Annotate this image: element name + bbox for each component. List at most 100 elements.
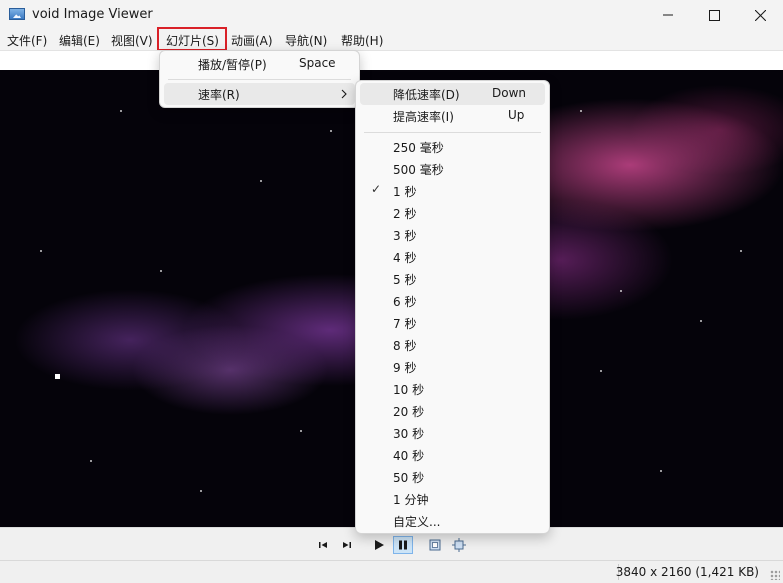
- star: [300, 430, 302, 432]
- star: [580, 110, 582, 112]
- menu-decrease-rate[interactable]: 降低速率(D) Down: [360, 83, 545, 105]
- rate-option-label: 1 秒: [393, 185, 417, 199]
- star: [620, 290, 622, 292]
- slideshow-menu: 播放/暂停(P) Space 速率(R): [159, 50, 360, 108]
- star: [740, 250, 742, 252]
- menu-rate-option[interactable]: 30 秒: [360, 422, 545, 444]
- rate-option-label: 2 秒: [393, 207, 417, 221]
- menu-rate-option[interactable]: 5 秒: [360, 268, 545, 290]
- menu-animation[interactable]: 动画(A): [231, 32, 273, 49]
- rate-option-label: 7 秒: [393, 317, 417, 331]
- menu-rate-option[interactable]: 3 秒: [360, 224, 545, 246]
- star: [90, 460, 92, 462]
- app-icon: [9, 8, 25, 20]
- menu-increase-rate-label: 提高速率(I): [393, 110, 454, 124]
- rate-option-label: 30 秒: [393, 427, 425, 441]
- star: [200, 490, 202, 492]
- menu-rate-option[interactable]: 1 分钟: [360, 488, 545, 510]
- menu-rate-option[interactable]: 8 秒: [360, 334, 545, 356]
- menu-edit[interactable]: 编辑(E): [59, 32, 100, 49]
- menu-rate-option[interactable]: 2 秒: [360, 202, 545, 224]
- menu-play-pause[interactable]: 播放/暂停(P) Space: [164, 53, 355, 75]
- rate-submenu: 降低速率(D) Down 提高速率(I) Up 250 毫秒 500 毫秒 ✓ …: [355, 80, 550, 534]
- play-button[interactable]: [369, 536, 389, 554]
- menu-rate-option[interactable]: 500 毫秒: [360, 158, 545, 180]
- rate-option-label: 6 秒: [393, 295, 417, 309]
- menu-rate-label: 速率(R): [198, 88, 240, 102]
- menu-view[interactable]: 视图(V): [111, 32, 153, 49]
- menu-play-pause-label: 播放/暂停(P): [198, 58, 267, 72]
- menu-rate-option[interactable]: 50 秒: [360, 466, 545, 488]
- menu-rate[interactable]: 速率(R): [164, 83, 355, 105]
- menu-file[interactable]: 文件(F): [7, 32, 47, 49]
- menu-decrease-rate-label: 降低速率(D): [393, 88, 460, 102]
- actual-size-icon: [452, 538, 466, 552]
- fit-window-icon: [429, 539, 441, 551]
- menu-play-pause-shortcut: Space: [299, 56, 336, 70]
- image-info: 3840 x 2160 (1,421 KB): [615, 565, 759, 579]
- close-button[interactable]: [737, 0, 783, 30]
- rate-option-label: 8 秒: [393, 339, 417, 353]
- star: [160, 270, 162, 272]
- rate-option-label: 10 秒: [393, 383, 425, 397]
- menu-decrease-rate-shortcut: Down: [492, 86, 527, 100]
- previous-icon: [319, 542, 327, 548]
- window-title: void Image Viewer: [32, 7, 153, 22]
- star: [700, 320, 702, 322]
- toolbar-strip: [0, 50, 783, 71]
- menu-rate-custom[interactable]: 自定义...: [360, 510, 545, 532]
- actual-size-button[interactable]: [449, 536, 469, 554]
- maximize-icon: [708, 9, 720, 21]
- rate-option-label: 20 秒: [393, 405, 425, 419]
- status-bar: 3840 x 2160 (1,421 KB): [0, 560, 783, 583]
- star: [660, 470, 662, 472]
- close-icon: [754, 9, 766, 21]
- menu-rate-option[interactable]: 4 秒: [360, 246, 545, 268]
- maximize-button[interactable]: [691, 0, 737, 30]
- resize-grip-icon[interactable]: [770, 570, 780, 580]
- menu-increase-rate[interactable]: 提高速率(I) Up: [360, 105, 545, 127]
- menu-separator: [364, 132, 541, 133]
- checkmark-icon: ✓: [371, 182, 382, 196]
- menu-separator: [168, 79, 351, 80]
- menu-increase-rate-shortcut: Up: [508, 108, 525, 122]
- menu-rate-option-selected[interactable]: ✓ 1 秒: [360, 180, 545, 202]
- previous-button[interactable]: [313, 536, 333, 554]
- menu-navigate[interactable]: 导航(N): [285, 32, 327, 49]
- rate-option-label: 50 秒: [393, 471, 425, 485]
- pause-icon: [399, 540, 407, 550]
- minimize-icon: [663, 14, 673, 16]
- rate-option-label: 9 秒: [393, 361, 417, 375]
- star: [260, 180, 262, 182]
- menu-rate-option[interactable]: 9 秒: [360, 356, 545, 378]
- menu-rate-option[interactable]: 40 秒: [360, 444, 545, 466]
- next-icon: [343, 542, 351, 548]
- rate-option-label: 250 毫秒: [393, 141, 444, 155]
- minimize-button[interactable]: [645, 0, 691, 30]
- menu-rate-option[interactable]: 250 毫秒: [360, 136, 545, 158]
- fit-window-button[interactable]: [425, 536, 445, 554]
- play-icon: [375, 540, 384, 550]
- star: [120, 110, 122, 112]
- chevron-right-icon: [341, 89, 347, 99]
- menu-highlight-box: [157, 27, 227, 51]
- rate-option-label: 3 秒: [393, 229, 417, 243]
- rate-option-label: 40 秒: [393, 449, 425, 463]
- menu-rate-option[interactable]: 20 秒: [360, 400, 545, 422]
- rate-option-label: 500 毫秒: [393, 163, 444, 177]
- pause-button[interactable]: [393, 536, 413, 554]
- menu-rate-option[interactable]: 6 秒: [360, 290, 545, 312]
- star: [40, 250, 42, 252]
- title-bar: void Image Viewer: [0, 0, 783, 30]
- menu-rate-option[interactable]: 7 秒: [360, 312, 545, 334]
- rate-option-label: 1 分钟: [393, 493, 429, 507]
- menu-rate-option[interactable]: 10 秒: [360, 378, 545, 400]
- rate-option-label: 4 秒: [393, 251, 417, 265]
- menu-bar: 文件(F) 编辑(E) 视图(V) 幻灯片(S) 动画(A) 导航(N) 帮助(…: [0, 30, 783, 50]
- rate-option-label: 自定义...: [393, 515, 441, 529]
- rate-option-label: 5 秒: [393, 273, 417, 287]
- next-button[interactable]: [337, 536, 357, 554]
- star: [600, 370, 602, 372]
- star: [330, 130, 332, 132]
- menu-help[interactable]: 帮助(H): [341, 32, 383, 49]
